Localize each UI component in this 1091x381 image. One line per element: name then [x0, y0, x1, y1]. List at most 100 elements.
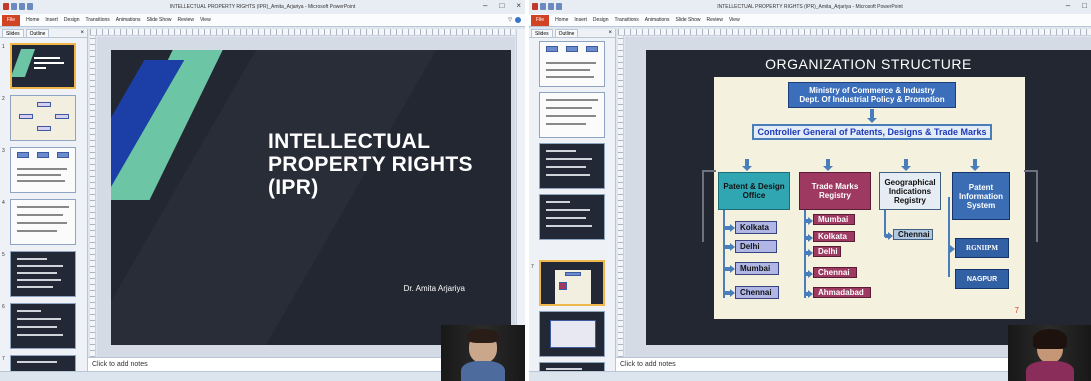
trade-marks-item: Kolkata	[813, 231, 855, 242]
tab-slides[interactable]: Slides	[531, 29, 553, 37]
thumb-accent	[12, 49, 36, 77]
slide-thumbnail-5[interactable]	[10, 251, 76, 297]
slide-author: Dr. Amita Arjariya	[403, 284, 465, 293]
slide-title[interactable]: INTELLECTUAL PROPERTY RIGHTS (IPR) Dr. A…	[111, 50, 511, 345]
tab-review[interactable]: Review	[178, 17, 194, 23]
thumb-line	[17, 310, 41, 312]
panel-tabs: Slides Outline ×	[529, 29, 615, 38]
arrow-right-icon	[805, 217, 813, 225]
thumb-number: 7	[2, 356, 5, 362]
window-title: INTELLECTUAL PROPERTY RIGHTS (IPR)_Amita…	[717, 4, 903, 10]
thumb-line	[17, 361, 57, 363]
thumb-line	[546, 62, 596, 64]
slide-thumbnail-6[interactable]	[10, 303, 76, 349]
slide-thumbnail-1[interactable]	[10, 43, 76, 89]
slide-thumbnail-3[interactable]	[10, 147, 76, 193]
tab-view[interactable]: View	[729, 17, 740, 23]
tab-view[interactable]: View	[200, 17, 211, 23]
webcam-overlay	[441, 325, 525, 381]
slide-thumbnail[interactable]	[539, 41, 605, 87]
thumb-line	[17, 265, 63, 267]
thumb-number: 5	[2, 252, 5, 258]
help-icon[interactable]	[515, 17, 521, 23]
arrow-right-icon	[805, 270, 813, 278]
tab-slide-show[interactable]: Slide Show	[147, 17, 172, 23]
thumb-line	[17, 272, 57, 274]
trade-marks-item: Delhi	[813, 246, 841, 257]
tab-insert[interactable]: Insert	[574, 17, 587, 23]
tab-review[interactable]: Review	[707, 17, 723, 23]
patent-office-item: Delhi	[735, 240, 777, 253]
tab-slides[interactable]: Slides	[2, 29, 24, 37]
thumb-line	[17, 334, 63, 336]
slide-thumbnail[interactable]	[539, 194, 605, 240]
slide-thumbnail-4[interactable]	[10, 199, 76, 245]
slide-thumbnail[interactable]	[539, 143, 605, 189]
slide-thumbnail[interactable]	[539, 92, 605, 138]
patent-office-item: Chennai	[735, 286, 779, 299]
thumb-shape	[546, 46, 558, 52]
close-button[interactable]: ×	[516, 1, 521, 10]
tab-animations[interactable]: Animations	[645, 17, 670, 23]
tab-design[interactable]: Design	[593, 17, 609, 23]
minimize-button[interactable]: –	[1066, 1, 1070, 10]
tab-insert[interactable]: Insert	[45, 17, 58, 23]
patent-design-office-box: Patent & Design Office	[718, 172, 790, 210]
thumb-line	[546, 225, 592, 227]
arrow-down-icon	[867, 109, 877, 123]
slide-thumbnail-7[interactable]	[539, 260, 605, 306]
ribbon-tabs: File Home Insert Design Transitions Anim…	[0, 14, 525, 27]
thumb-line	[17, 326, 57, 328]
frame-line	[702, 170, 716, 172]
tab-file[interactable]: File	[531, 14, 550, 26]
status-bar	[529, 371, 1091, 381]
frame-line	[702, 170, 704, 242]
slide-title-text: INTELLECTUAL PROPERTY RIGHTS (IPR)	[268, 130, 473, 199]
slide-page-number: 7	[1014, 306, 1019, 315]
window-controls: – □	[1066, 1, 1087, 10]
tab-home[interactable]: Home	[555, 17, 568, 23]
trade-marks-item: Mumbai	[813, 214, 855, 225]
tab-outline[interactable]: Outline	[554, 29, 579, 37]
connector-line	[948, 197, 950, 277]
thumb-shape	[19, 114, 33, 119]
tab-design[interactable]: Design	[64, 17, 80, 23]
ribbon-help[interactable]: ▽	[508, 17, 521, 23]
close-icon[interactable]: ×	[80, 30, 84, 36]
chevron-down-icon[interactable]: ▽	[508, 17, 512, 23]
close-icon[interactable]: ×	[608, 30, 612, 36]
maximize-button[interactable]: □	[499, 1, 504, 10]
tab-outline[interactable]: Outline	[25, 29, 50, 37]
tab-transitions[interactable]: Transitions	[86, 17, 110, 23]
tab-slide-show[interactable]: Slide Show	[676, 17, 701, 23]
thumb-shape	[550, 320, 596, 348]
thumb-line	[17, 286, 53, 288]
maximize-button[interactable]: □	[1082, 1, 1087, 10]
rgniipm-box: RGNIIPM	[955, 238, 1009, 258]
tab-animations[interactable]: Animations	[116, 17, 141, 23]
thumb-shape	[37, 102, 51, 107]
tab-transitions[interactable]: Transitions	[615, 17, 639, 23]
thumb-line	[17, 230, 57, 232]
thumb-line	[17, 214, 63, 216]
minimize-button[interactable]: –	[483, 1, 487, 10]
gi-registry-item: Chennai	[893, 229, 933, 240]
slide-thumbnail-2[interactable]	[10, 95, 76, 141]
slide-org-structure[interactable]: ORGANIZATION STRUCTURE Ministry of Comme…	[646, 50, 1091, 345]
tab-file[interactable]: File	[2, 14, 21, 26]
trade-marks-item: Chennai	[813, 267, 857, 278]
thumb-number: 1	[2, 44, 5, 50]
arrow-right-icon	[724, 224, 735, 232]
thumb-line	[34, 67, 46, 69]
arrow-right-icon	[805, 234, 813, 242]
horizontal-ruler	[90, 29, 515, 36]
powerpoint-window-right: INTELLECTUAL PROPERTY RIGHTS (IPR)_Amita…	[529, 0, 1091, 381]
tab-home[interactable]: Home	[26, 17, 39, 23]
arrow-right-icon	[805, 290, 813, 298]
arrow-down-icon	[901, 159, 911, 171]
thumb-line	[546, 115, 596, 117]
vertical-scrollbar[interactable]	[516, 29, 525, 371]
presenter-hair	[1032, 329, 1067, 349]
slide-thumbnail[interactable]	[539, 311, 605, 357]
thumb-line	[17, 279, 61, 281]
